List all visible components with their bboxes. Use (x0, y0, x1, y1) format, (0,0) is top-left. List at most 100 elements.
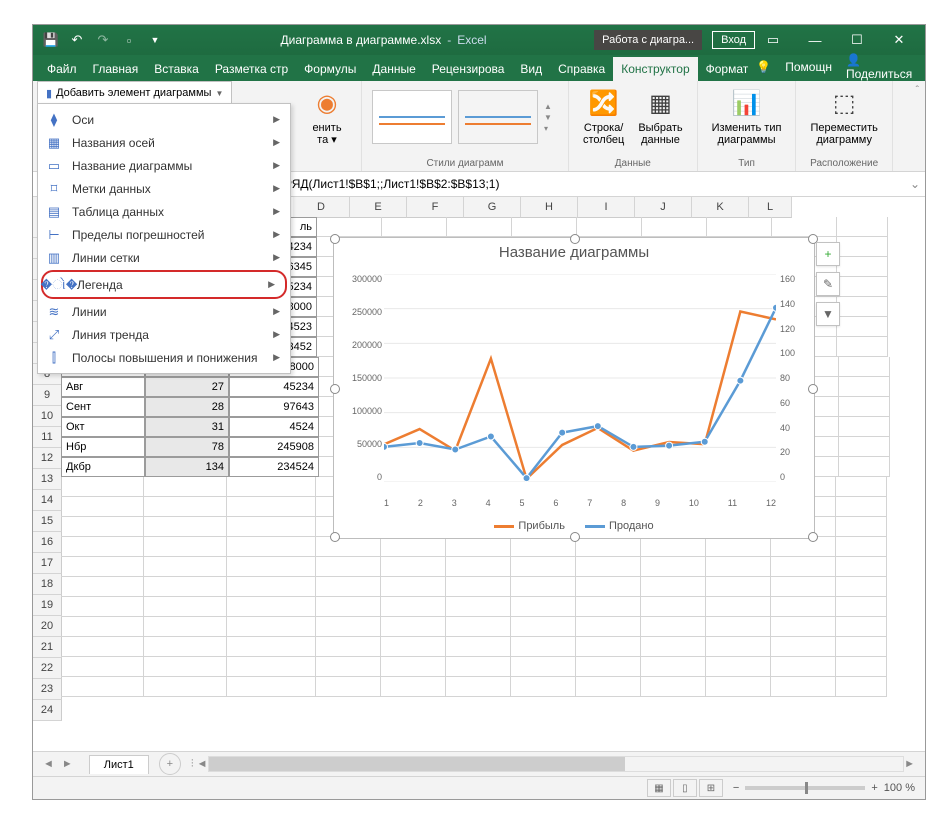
move-chart-button[interactable]: ⬚Переместить диаграмму (806, 86, 881, 148)
zoom-level[interactable]: 100 % (884, 782, 915, 794)
embedded-chart[interactable]: Название диаграммы 300000250000200000150… (333, 237, 815, 539)
menu-Названия осей[interactable]: ▦Названия осей▶ (38, 131, 290, 154)
touch-icon[interactable]: ▫ (121, 32, 137, 48)
expand-formula-icon[interactable]: ⌄ (905, 177, 925, 191)
row-24[interactable]: 24 (33, 700, 62, 721)
doc-title: Диаграмма в диаграмме.xlsx (281, 33, 442, 47)
row-22[interactable]: 22 (33, 658, 62, 679)
tab-9[interactable]: Конструктор (613, 57, 697, 81)
ribbon-options-icon[interactable]: ▭ (755, 28, 791, 52)
sheet-tab-active[interactable]: Лист1 (89, 755, 149, 774)
chart-styles-icon[interactable]: ✎ (816, 272, 840, 296)
plot-area[interactable] (384, 274, 776, 482)
menu-Метки данных[interactable]: ⌑Метки данных▶ (38, 177, 290, 200)
chart-tools-label: Работа с диагра... (594, 30, 702, 50)
menu-Легенда[interactable]: �ો�Легенда▶ (41, 270, 287, 299)
chart-style-2[interactable] (458, 90, 538, 144)
h-scrollbar[interactable] (208, 756, 905, 772)
row-11[interactable]: 11 (33, 427, 62, 448)
tell-me-icon[interactable]: 💡 (756, 60, 771, 74)
col-G[interactable]: G (464, 197, 521, 218)
row-16[interactable]: 16 (33, 532, 62, 553)
save-icon[interactable]: 💾 (43, 32, 59, 48)
row-14[interactable]: 14 (33, 490, 62, 511)
login-button[interactable]: Вход (712, 31, 755, 49)
maximize-icon[interactable]: ☐ (839, 28, 875, 52)
tab-6[interactable]: Рецензирова (424, 57, 513, 81)
formula-input[interactable]: =РЯД(Лист1!$B$1;;Лист1!$B$2:$B$13;1) (271, 177, 905, 191)
menu-Линии сетки[interactable]: ▥Линии сетки▶ (38, 246, 290, 269)
add-element-dropdown: ⧫Оси▶▦Названия осей▶▭Название диаграммы▶… (37, 103, 291, 374)
row-12[interactable]: 12 (33, 448, 62, 469)
title-bar: 💾 ↶ ↷ ▫ ▼ Диаграмма в диаграмме.xlsx - E… (33, 25, 925, 55)
y-axis-primary: 300000250000200000150000100000500000 (340, 274, 382, 482)
tab-5[interactable]: Данные (364, 57, 423, 81)
new-sheet-icon[interactable]: + (159, 753, 181, 775)
menu-Таблица данных[interactable]: ▤Таблица данных▶ (38, 200, 290, 223)
row-23[interactable]: 23 (33, 679, 62, 700)
col-J[interactable]: J (635, 197, 692, 218)
chart-legend[interactable]: ПрибыльПродано (334, 520, 814, 532)
row-15[interactable]: 15 (33, 511, 62, 532)
tab-7[interactable]: Вид (512, 57, 550, 81)
switch-row-col-button[interactable]: 🔀Строка/ столбец (579, 86, 628, 148)
tab-3[interactable]: Разметка стр (207, 57, 296, 81)
ribbon-tabs: ФайлГлавнаяВставкаРазметка стрФормулыДан… (33, 55, 925, 81)
row-19[interactable]: 19 (33, 595, 62, 616)
tab-0[interactable]: Файл (39, 57, 85, 81)
zoom-slider[interactable] (745, 786, 865, 790)
redo-icon[interactable]: ↷ (95, 32, 111, 48)
row-21[interactable]: 21 (33, 637, 62, 658)
sheet-prev-icon[interactable]: ◄ (43, 758, 54, 770)
col-L[interactable]: L (749, 197, 792, 218)
select-data-button[interactable]: ▦Выбрать данные (634, 86, 686, 148)
minimize-icon[interactable]: — (797, 28, 833, 52)
change-colors-button[interactable]: ◉енить та ▾ (307, 86, 347, 148)
tab-4[interactable]: Формулы (296, 57, 364, 81)
sheet-tab-bar: ◄► Лист1 + ⫶ ◄► (33, 751, 925, 776)
normal-view-icon[interactable]: ▦ (647, 779, 671, 797)
tab-1[interactable]: Главная (85, 57, 147, 81)
row-10[interactable]: 10 (33, 406, 62, 427)
col-H[interactable]: H (521, 197, 578, 218)
chart-style-1[interactable] (372, 90, 452, 144)
menu-Оси[interactable]: ⧫Оси▶ (38, 108, 290, 131)
y-axis-secondary: 160140120100806040200 (780, 274, 808, 482)
ribbon: ▮Добавить элемент диаграммы▼ ⧫Оси▶▦Назва… (33, 81, 925, 172)
zoom-in-icon[interactable]: + (871, 782, 877, 794)
tab-2[interactable]: Вставка (146, 57, 207, 81)
collapse-ribbon-icon[interactable]: ˆ (910, 81, 925, 171)
sheet-next-icon[interactable]: ► (62, 758, 73, 770)
change-chart-type-button[interactable]: 📊Изменить тип диаграммы (708, 86, 786, 148)
x-axis: 123456789101112 (384, 498, 776, 508)
col-D[interactable]: D (293, 197, 350, 218)
row-18[interactable]: 18 (33, 574, 62, 595)
menu-Полосы повышения и понижения[interactable]: ⫿Полосы повышения и понижения▶ (38, 346, 290, 369)
app-name: Excel (457, 33, 486, 47)
page-break-icon[interactable]: ⊞ (699, 779, 723, 797)
col-K[interactable]: K (692, 197, 749, 218)
undo-icon[interactable]: ↶ (69, 32, 85, 48)
menu-Название диаграммы[interactable]: ▭Название диаграммы▶ (38, 154, 290, 177)
add-chart-element-button[interactable]: ▮Добавить элемент диаграммы▼ (37, 81, 232, 105)
col-F[interactable]: F (407, 197, 464, 218)
tab-8[interactable]: Справка (550, 57, 613, 81)
share-icon[interactable]: 👤 Поделиться (846, 53, 912, 81)
row-13[interactable]: 13 (33, 469, 62, 490)
chart-filter-icon[interactable]: ▼ (816, 302, 840, 326)
qat-more-icon[interactable]: ▼ (147, 32, 163, 48)
col-I[interactable]: I (578, 197, 635, 218)
status-bar: ▦ ▯ ⊞ − + 100 % (33, 776, 925, 799)
close-icon[interactable]: ✕ (881, 28, 917, 52)
menu-Линия тренда[interactable]: ⤢Линия тренда▶ (38, 323, 290, 346)
tab-10[interactable]: Формат (698, 57, 757, 81)
col-E[interactable]: E (350, 197, 407, 218)
zoom-out-icon[interactable]: − (733, 782, 739, 794)
menu-Пределы погрешностей[interactable]: ⊢Пределы погрешностей▶ (38, 223, 290, 246)
menu-Линии[interactable]: ≋Линии▶ (38, 300, 290, 323)
row-20[interactable]: 20 (33, 616, 62, 637)
row-9[interactable]: 9 (33, 385, 62, 406)
page-layout-icon[interactable]: ▯ (673, 779, 697, 797)
row-17[interactable]: 17 (33, 553, 62, 574)
chart-elements-icon[interactable]: + (816, 242, 840, 266)
